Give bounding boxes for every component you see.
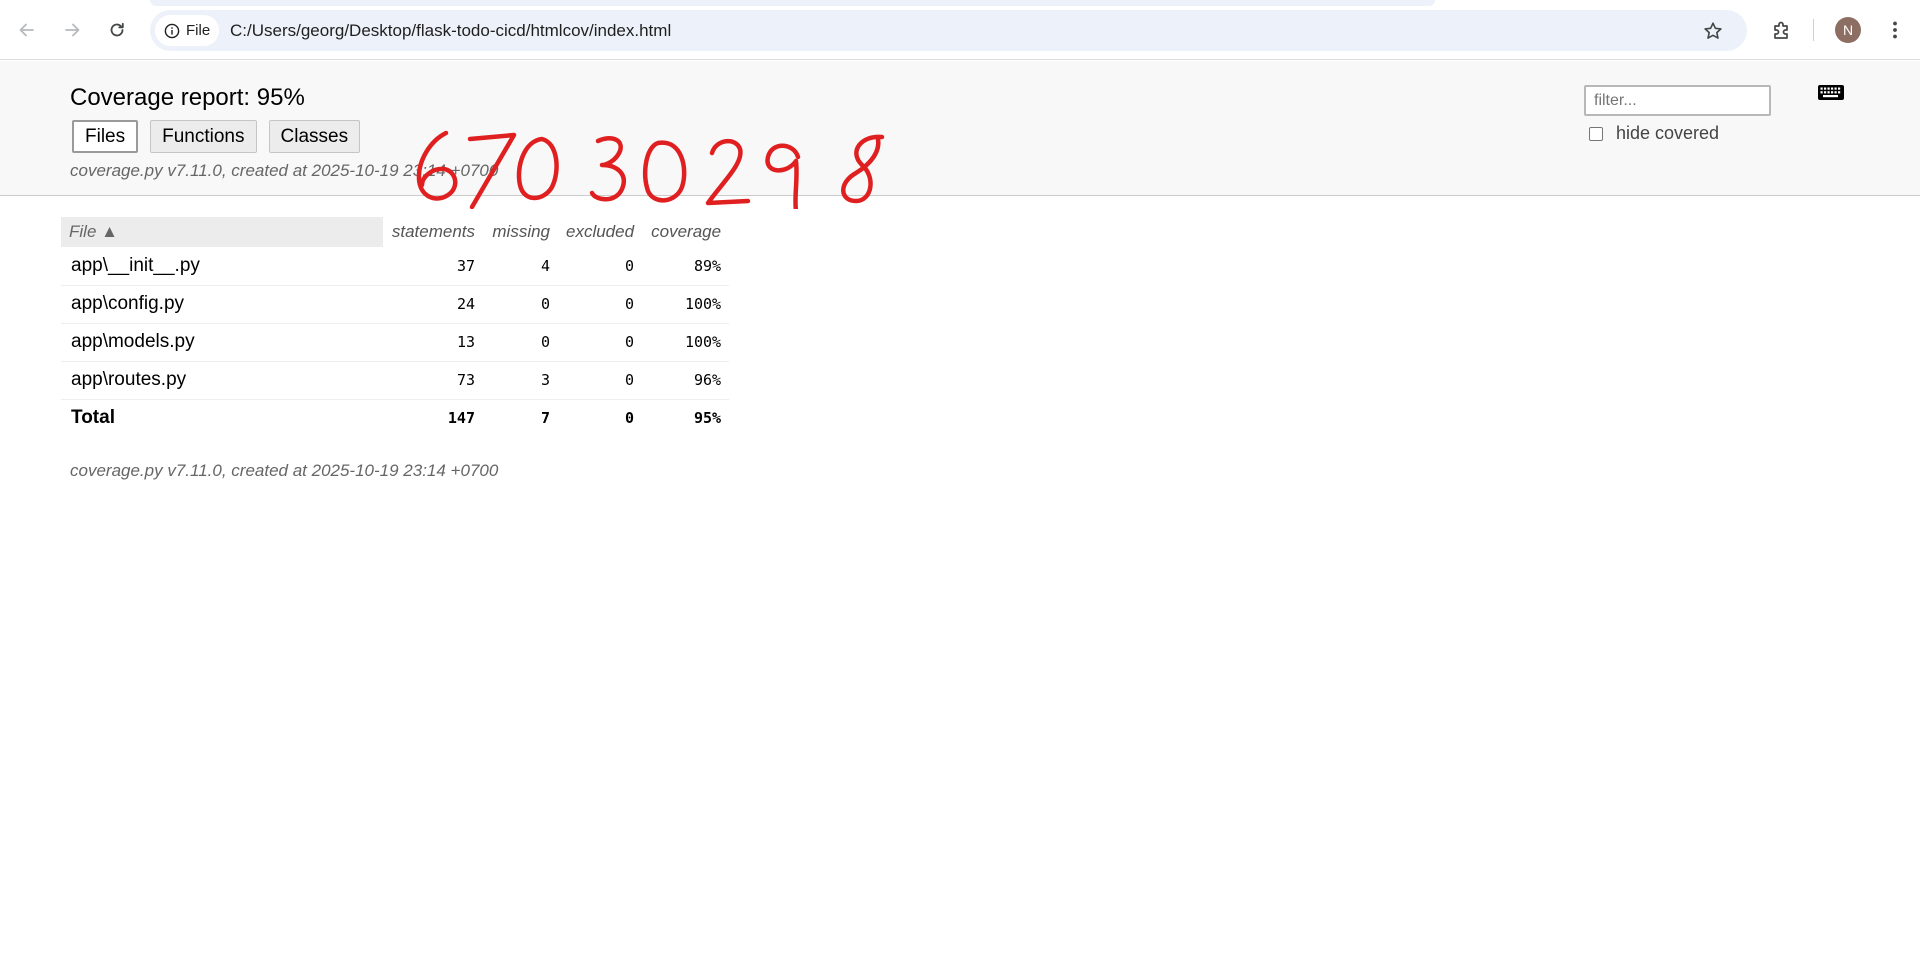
coverage-cell: 100%	[642, 323, 730, 362]
missing-cell: 4	[483, 247, 558, 286]
missing-cell: 3	[483, 361, 558, 400]
tab-strip-edge	[0, 0, 1920, 6]
extensions-button[interactable]	[1767, 15, 1797, 45]
file-link[interactable]: app\__init__.py	[61, 247, 383, 286]
total-statements: 147	[447, 409, 475, 428]
keyboard-icon[interactable]	[1817, 83, 1845, 103]
star-icon	[1704, 22, 1722, 39]
total-coverage: 95%	[693, 409, 722, 428]
browser-menu-button[interactable]	[1880, 15, 1910, 45]
column-header-coverage[interactable]: coverage	[642, 217, 729, 247]
filter-input[interactable]	[1584, 85, 1771, 116]
statements-cell: 13	[383, 323, 483, 362]
toolbar-separator	[1813, 19, 1814, 41]
coverage-cell: 96%	[642, 361, 730, 400]
address-bar[interactable]: File C:/Users/georg/Desktop/flask-todo-c…	[150, 10, 1747, 51]
hide-covered-label: hide covered	[1616, 123, 1720, 143]
puzzle-piece-icon	[1774, 21, 1788, 39]
missing-cell: 0	[483, 323, 558, 362]
file-link[interactable]: app\routes.py	[61, 361, 383, 400]
table-row: app\models.py 13 0 0 100%	[61, 323, 730, 362]
file-link[interactable]: app\models.py	[61, 323, 383, 362]
column-header-file[interactable]: File ▲	[61, 217, 383, 247]
statements-cell: 24	[383, 285, 483, 324]
statements-cell: 37	[383, 247, 483, 286]
coverage-cell: 100%	[642, 285, 730, 324]
statements-cell: 73	[383, 361, 483, 400]
report-tabs: Files Functions Classes	[72, 120, 361, 153]
hide-covered-toggle[interactable]: hide covered	[1589, 123, 1719, 144]
tab-functions[interactable]: Functions	[150, 120, 257, 153]
table-total-row: Total 147 7 0 95%	[61, 399, 729, 437]
page-title: Coverage report: 95%	[70, 84, 305, 111]
reload-icon	[110, 22, 124, 37]
table-header-row: File ▲ statements missing excluded cover…	[61, 217, 729, 247]
excluded-cell: 0	[558, 361, 643, 400]
excluded-cell: 0	[558, 285, 643, 324]
excluded-cell: 0	[558, 323, 643, 362]
coverage-table: File ▲ statements missing excluded cover…	[61, 217, 730, 437]
report-header: Coverage report: 95% Files Functions Cla…	[0, 61, 1920, 209]
bookmark-star-button[interactable]	[1700, 18, 1726, 44]
tab-files[interactable]: Files	[72, 120, 139, 153]
arrow-left-icon	[19, 23, 34, 37]
total-label: Total	[71, 407, 115, 429]
site-info-chip[interactable]: File	[155, 15, 219, 46]
excluded-cell: 0	[558, 247, 643, 286]
arrow-right-icon	[65, 23, 80, 37]
table-row: app\routes.py 73 3 0 96%	[61, 361, 730, 400]
reload-button[interactable]	[101, 14, 133, 46]
table-row: app\config.py 24 0 0 100%	[61, 285, 730, 324]
kebab-menu-icon	[1893, 21, 1897, 39]
coverage-cell: 89%	[642, 247, 730, 286]
total-excluded: 0	[625, 409, 635, 428]
forward-button[interactable]	[56, 14, 88, 46]
hide-covered-checkbox[interactable]	[1589, 126, 1603, 141]
footer-created-info: coverage.py v7.11.0, created at 2025-10-…	[70, 461, 499, 480]
column-header-excluded[interactable]: excluded	[558, 217, 642, 247]
handwritten-annotation	[416, 130, 885, 209]
file-link[interactable]: app\config.py	[61, 285, 383, 324]
missing-cell: 0	[483, 285, 558, 324]
back-button[interactable]	[11, 14, 43, 46]
browser-toolbar: File C:/Users/georg/Desktop/flask-todo-c…	[0, 0, 1920, 60]
column-header-missing[interactable]: missing	[483, 217, 558, 247]
info-icon	[164, 23, 180, 38]
table-row: app\__init__.py 37 4 0 89%	[61, 247, 730, 286]
tab-classes[interactable]: Classes	[268, 120, 361, 153]
profile-avatar[interactable]: N	[1835, 17, 1861, 43]
column-header-statements[interactable]: statements	[383, 217, 483, 247]
site-chip-label: File	[186, 22, 211, 39]
total-missing: 7	[540, 409, 550, 428]
active-tab-edge	[150, 0, 1435, 6]
url-text[interactable]: C:/Users/georg/Desktop/flask-todo-cicd/h…	[230, 21, 671, 41]
